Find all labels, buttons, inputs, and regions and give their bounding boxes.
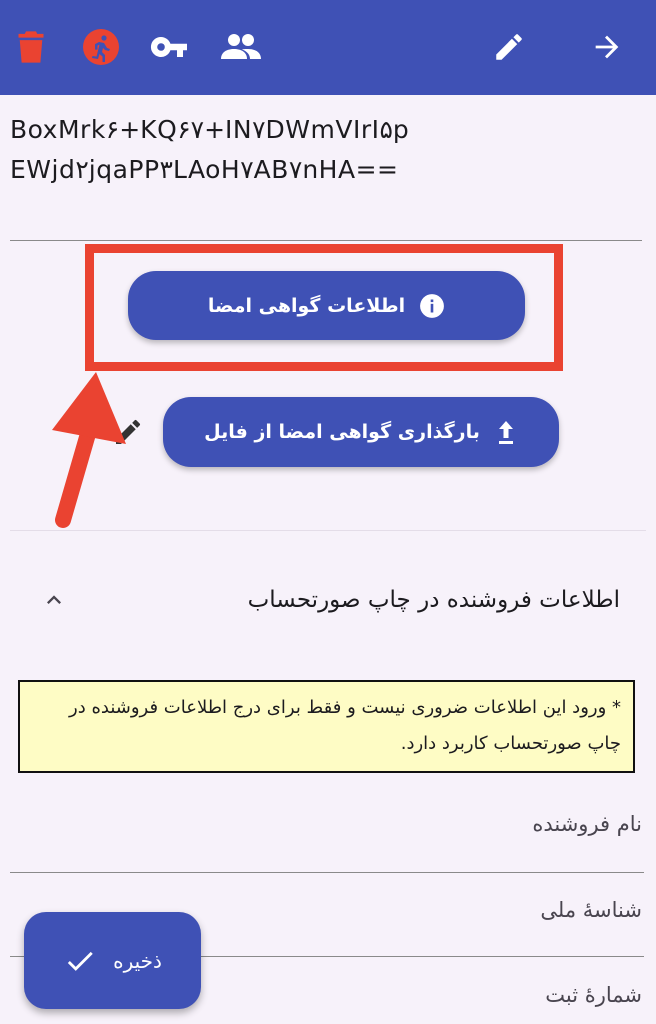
upload-certificate-label: بارگذاری گواهی امضا از فایل <box>204 421 480 443</box>
chevron-up-icon[interactable] <box>40 586 68 614</box>
section-divider <box>10 530 646 531</box>
upload-certificate-button[interactable]: بارگذاری گواهی امضا از فایل <box>163 397 559 467</box>
group-icon[interactable] <box>220 26 262 68</box>
upload-icon <box>498 421 513 444</box>
seller-name-label: نام فروشنده <box>532 812 642 836</box>
save-label: ذخیره <box>113 948 162 973</box>
edit-icon[interactable] <box>488 26 530 68</box>
seller-section-title: اطلاعات فروشنده در چاپ صورتحساب <box>247 587 620 613</box>
check-icon <box>67 951 93 971</box>
seller-name-field[interactable]: نام فروشنده <box>10 812 644 874</box>
forward-arrow-icon[interactable] <box>586 26 628 68</box>
save-button[interactable]: ذخیره <box>24 912 201 1009</box>
seller-info-notice: * ورود این اطلاعات ضروری نیست و فقط برای… <box>18 680 635 773</box>
seller-section-header[interactable]: اطلاعات فروشنده در چاپ صورتحساب <box>40 572 620 628</box>
red-arrow-annotation <box>52 372 126 528</box>
seller-name-underline <box>10 872 644 873</box>
